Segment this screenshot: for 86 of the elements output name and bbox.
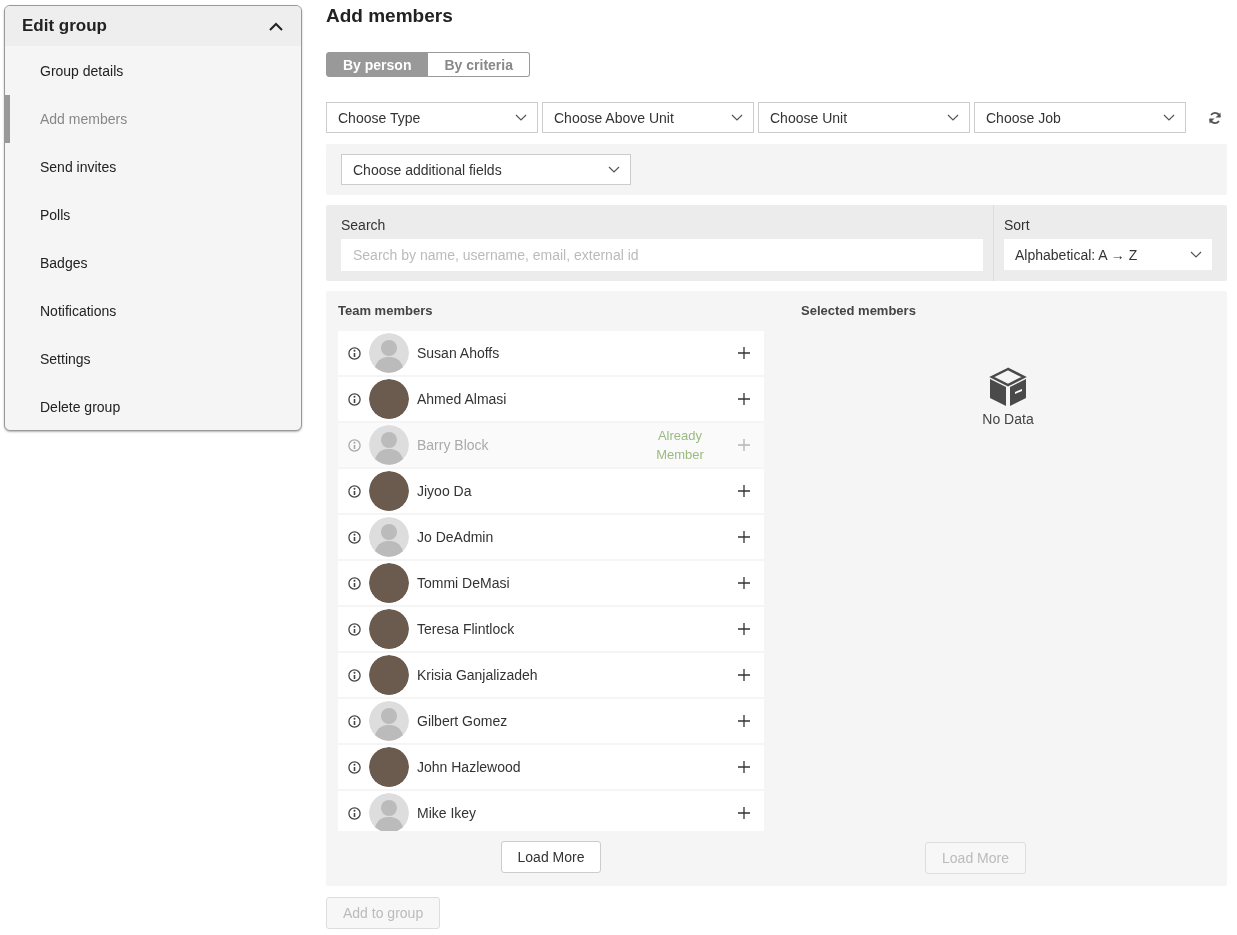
page-title: Add members [326, 5, 454, 28]
info-icon[interactable] [348, 346, 361, 360]
filter-dropdown[interactable]: Choose Type [326, 102, 538, 133]
sidebar-header[interactable]: Edit group [5, 6, 301, 46]
sidebar-item[interactable]: Polls [5, 191, 301, 239]
add-icon[interactable] [738, 669, 750, 681]
additional-fields-dropdown[interactable]: Choose additional fields [341, 154, 631, 185]
member-name: Ahmed Almasi [417, 391, 508, 407]
search-field[interactable]: Search by name, username, email, external id [341, 239, 983, 271]
member-name: Tommi DeMasi [417, 575, 511, 591]
column-heading: Team members [338, 303, 434, 320]
add-icon[interactable] [738, 623, 750, 635]
chevron-down-icon [1190, 250, 1202, 259]
add-icon[interactable] [738, 577, 750, 589]
avatar-silhouette [369, 517, 409, 557]
member-row[interactable]: Tommi DeMasi [338, 561, 764, 605]
add-icon[interactable] [738, 347, 750, 359]
member-name: Susan Ahoffs [417, 345, 501, 361]
info-icon[interactable] [348, 760, 361, 774]
sidebar-title: Edit group [22, 16, 107, 36]
chevron-up-icon[interactable] [269, 21, 283, 31]
info-icon[interactable] [348, 668, 361, 682]
avatar-silhouette [369, 425, 409, 465]
member-name: Barry Block [417, 437, 490, 453]
member-name: Jiyoo Da [417, 483, 473, 499]
add-icon[interactable] [738, 715, 750, 727]
add-icon[interactable] [738, 393, 750, 405]
sidebar-item[interactable]: Delete group [5, 383, 301, 430]
mode-tab[interactable]: By criteria [428, 52, 530, 77]
empty-state-text: No Data [982, 411, 1034, 427]
filter-dropdown[interactable]: Choose Above Unit [542, 102, 754, 133]
info-icon[interactable] [348, 714, 361, 728]
filter-dropdown[interactable]: Choose Unit [758, 102, 970, 133]
member-row[interactable]: Susan Ahoffs [338, 331, 764, 375]
member-name: Jo DeAdmin [417, 529, 495, 545]
info-icon[interactable] [348, 484, 361, 498]
box-icon [987, 367, 1029, 407]
search-label: Search [341, 217, 387, 233]
member-status: Already Member [655, 427, 705, 464]
sort-label: Sort [1004, 217, 1031, 233]
chevron-down-icon [1163, 113, 1175, 122]
member-row[interactable]: Mike Ikey [338, 791, 764, 831]
member-row[interactable]: Jiyoo Da [338, 469, 764, 513]
info-icon[interactable] [348, 392, 361, 406]
member-name: John Hazlewood [417, 759, 522, 775]
photo-placeholder [369, 379, 409, 419]
add-icon[interactable] [738, 531, 750, 543]
member-row[interactable]: Teresa Flintlock [338, 607, 764, 651]
photo-placeholder [369, 747, 409, 787]
add-icon[interactable] [738, 807, 750, 819]
photo-placeholder [369, 655, 409, 695]
avatar-silhouette [369, 793, 409, 831]
sidebar-item[interactable]: Badges [5, 239, 301, 287]
sort-dropdown[interactable]: Alphabetical: A → Z [1004, 239, 1212, 270]
info-icon[interactable] [348, 622, 361, 636]
chevron-down-icon [731, 113, 743, 122]
info-icon[interactable] [348, 530, 361, 544]
chevron-down-icon [947, 113, 959, 122]
photo-placeholder [369, 563, 409, 603]
load-more-button[interactable]: Load More [500, 841, 602, 873]
add-icon[interactable] [738, 761, 750, 773]
info-icon[interactable] [348, 576, 361, 590]
info-icon[interactable] [348, 806, 361, 820]
add-icon[interactable] [738, 485, 750, 497]
chevron-down-icon [608, 165, 620, 174]
member-row[interactable]: Jo DeAdmin [338, 515, 764, 559]
photo-placeholder [369, 609, 409, 649]
avatar-silhouette [369, 333, 409, 373]
refresh-icon[interactable] [1208, 110, 1222, 125]
sidebar-item[interactable]: Send invites [5, 143, 301, 191]
sidebar-item[interactable]: Notifications [5, 287, 301, 335]
sidebar-item[interactable]: Group details [5, 47, 301, 95]
photo-placeholder [369, 471, 409, 511]
member-name: Gilbert Gomez [417, 713, 509, 729]
filter-dropdown[interactable]: Choose Job [974, 102, 1186, 133]
member-row[interactable]: Gilbert Gomez [338, 699, 764, 743]
avatar-silhouette [369, 701, 409, 741]
column-heading: Selected members [801, 303, 917, 320]
member-row[interactable]: Ahmed Almasi [338, 377, 764, 421]
member-name: Mike Ikey [417, 805, 478, 821]
chevron-down-icon [515, 113, 527, 122]
member-name: Teresa Flintlock [417, 621, 516, 637]
member-row[interactable]: Krisia Ganjalizadeh [338, 653, 764, 697]
member-row[interactable]: John Hazlewood [338, 745, 764, 789]
member-name: Krisia Ganjalizadeh [417, 667, 539, 683]
sidebar-item[interactable]: Settings [5, 335, 301, 383]
